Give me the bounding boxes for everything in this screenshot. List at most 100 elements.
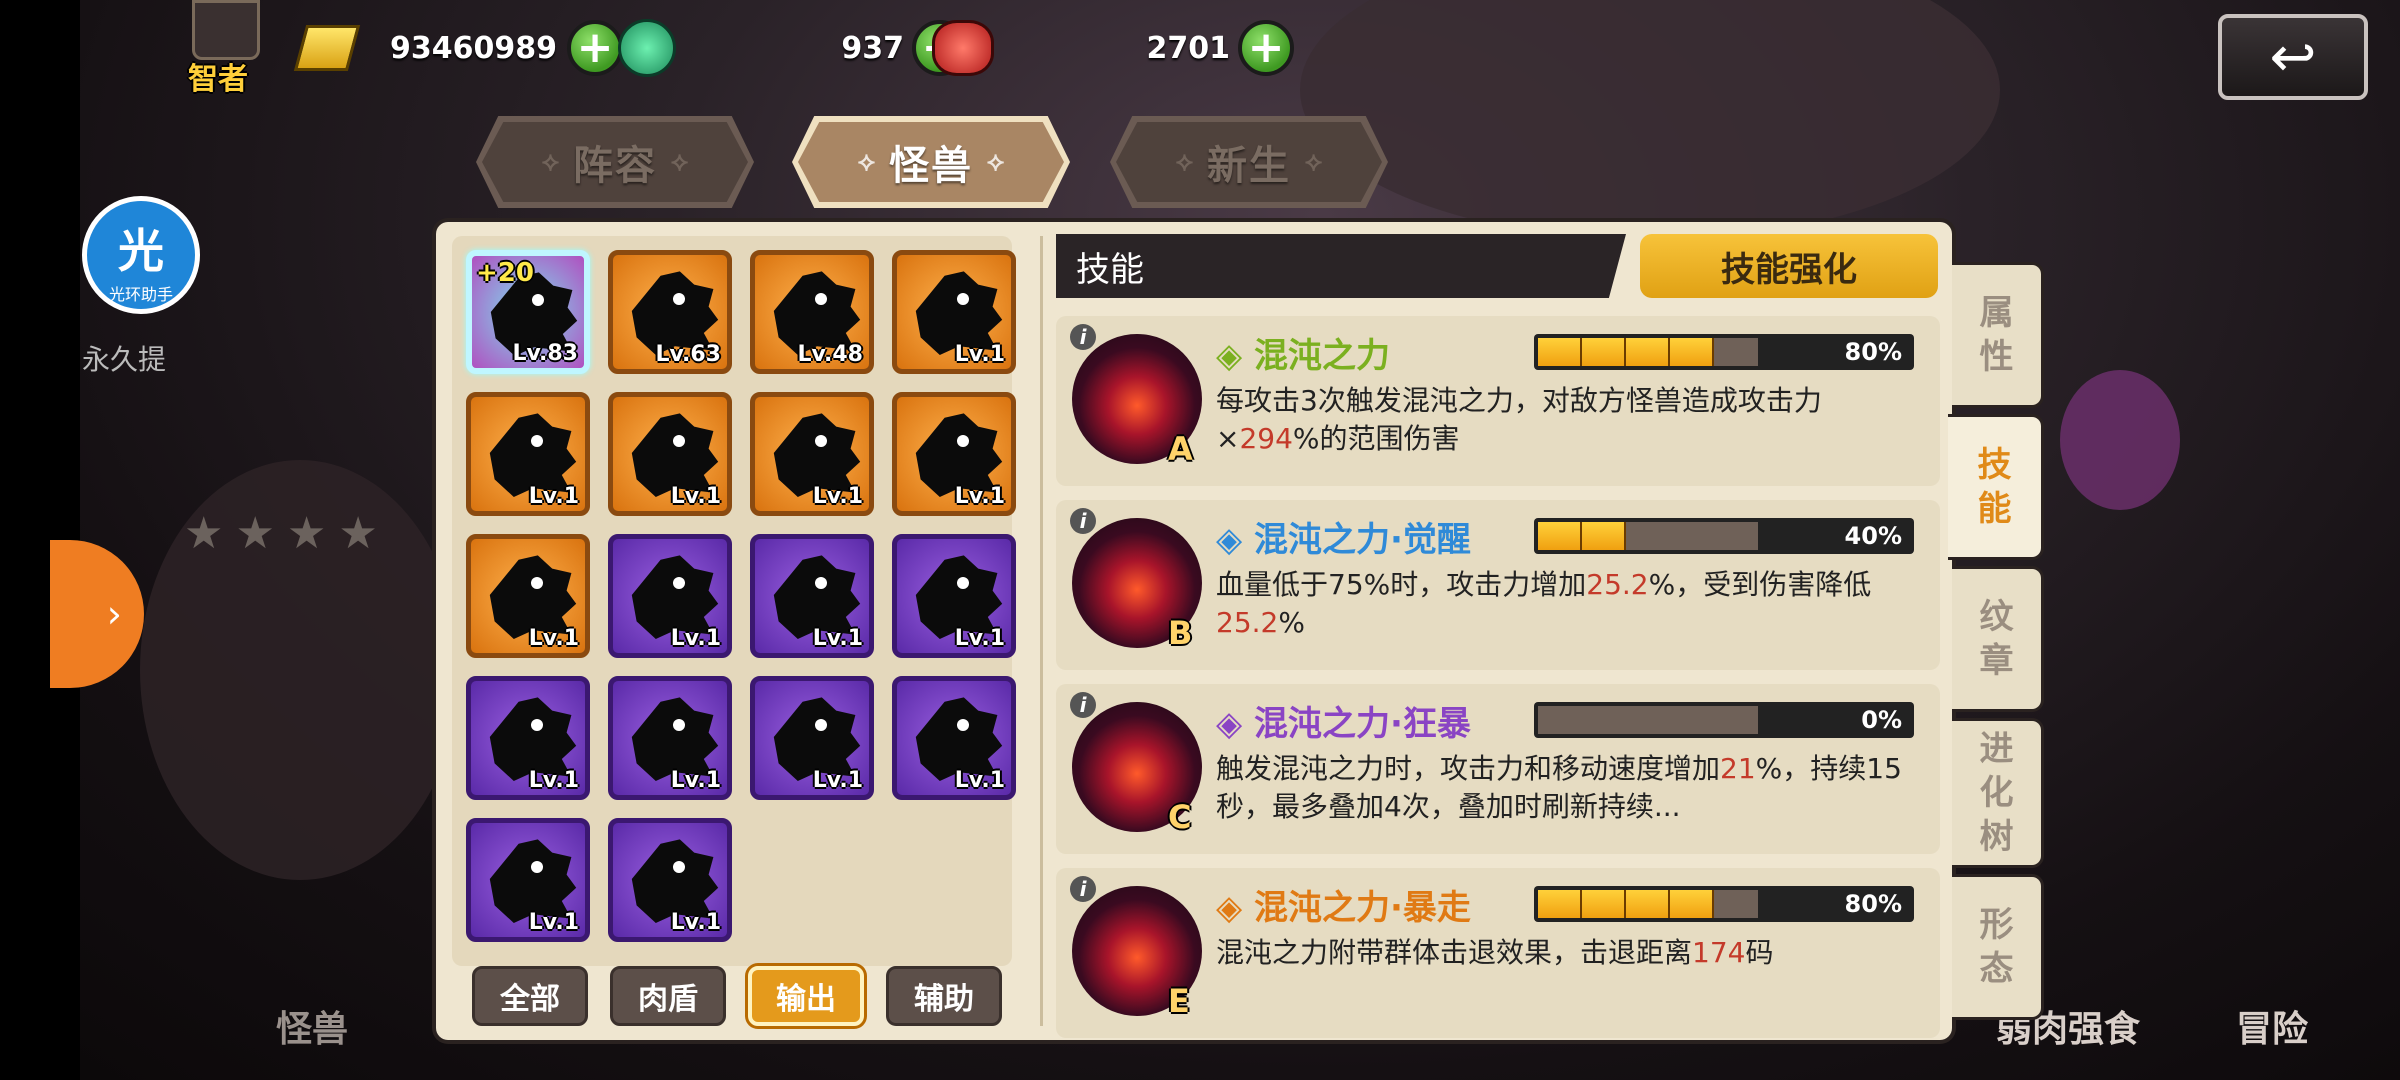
skill-card[interactable]: i A ◈ 混沌之力 80% 每攻击3次触发混沌之力，对敌方怪兽造成攻击力×294%的范… bbox=[1056, 316, 1940, 486]
skill-progress-track bbox=[1538, 522, 1758, 550]
side-tab[interactable]: 进化树 bbox=[1952, 718, 2044, 868]
skill-progress-track bbox=[1538, 890, 1758, 918]
info-icon[interactable]: i bbox=[1070, 692, 1096, 718]
monster-eye bbox=[673, 719, 685, 731]
side-tab-char: 属 bbox=[1979, 293, 2014, 333]
title-badge-label: 智者 bbox=[188, 62, 248, 97]
info-icon[interactable]: i bbox=[1070, 324, 1096, 350]
skill-card[interactable]: i B ◈ 混沌之力·觉醒 40% 血量低于75%时，攻击力增加25.2%，受到伤害降低… bbox=[1056, 500, 1940, 670]
skill-name-text: 混沌之力·狂暴 bbox=[1253, 704, 1471, 744]
side-tab-char: 技 bbox=[1977, 445, 2012, 485]
gold-icon bbox=[293, 25, 361, 71]
monster-card[interactable]: Lv.1 bbox=[892, 250, 1016, 374]
skill-enhance-button[interactable]: 技能强化 bbox=[1640, 234, 1938, 298]
red-gem-value: 2701 bbox=[1146, 30, 1231, 66]
monster-level: Lv.48 bbox=[797, 342, 863, 367]
monster-card[interactable]: Lv.1 bbox=[892, 676, 1016, 800]
filter-button[interactable]: 输出 bbox=[748, 966, 864, 1026]
chevron-right-icon: › bbox=[106, 592, 122, 636]
monster-card[interactable]: +20 Lv.83 bbox=[466, 250, 590, 374]
red-gem-counter: 2701 + bbox=[932, 18, 1294, 78]
skills-header: 技能 bbox=[1056, 234, 1626, 298]
monster-eye bbox=[532, 294, 544, 306]
monster-card[interactable]: Lv.1 bbox=[892, 534, 1016, 658]
monster-eye bbox=[673, 293, 685, 305]
monster-card[interactable]: Lv.63 bbox=[608, 250, 732, 374]
info-icon[interactable]: i bbox=[1070, 876, 1096, 902]
monster-card[interactable]: Lv.1 bbox=[750, 392, 874, 516]
info-icon[interactable]: i bbox=[1070, 508, 1096, 534]
add-gold-button[interactable]: + bbox=[567, 20, 623, 76]
monster-card[interactable]: Lv.1 bbox=[608, 676, 732, 800]
skill-grade: C bbox=[1168, 798, 1192, 836]
skill-value: 25.2 bbox=[1586, 568, 1649, 601]
green-gem-counter: 937 + bbox=[618, 18, 968, 78]
diamond-icon: ◈ bbox=[1216, 704, 1254, 744]
side-tab[interactable]: 属性 bbox=[1952, 262, 2044, 408]
skill-progress-segment bbox=[1626, 338, 1670, 366]
monster-eye bbox=[673, 435, 685, 447]
back-button[interactable]: ↩ bbox=[2218, 14, 2368, 100]
tab-ornament-icon: ⟡ bbox=[1175, 146, 1193, 177]
monster-card[interactable]: Lv.48 bbox=[750, 250, 874, 374]
monster-level: Lv.63 bbox=[655, 342, 721, 367]
skill-text: 血量低于75%时，攻击力增加 bbox=[1216, 568, 1587, 601]
skill-text: % bbox=[1278, 606, 1305, 639]
side-tab[interactable]: 纹章 bbox=[1952, 566, 2044, 712]
skill-text: 混沌之力附带群体击退效果，击退距离 bbox=[1216, 936, 1693, 969]
monster-card[interactable]: Lv.1 bbox=[466, 534, 590, 658]
monster-eye bbox=[815, 293, 827, 305]
skill-card[interactable]: i C ◈ 混沌之力·狂暴 0% 触发混沌之力时，攻击力和移动速度增加21%，持续15秒… bbox=[1056, 684, 1940, 854]
monster-level: Lv.1 bbox=[954, 768, 1005, 793]
background-decoration bbox=[1300, 0, 2000, 240]
title-badge[interactable]: 智者 bbox=[182, 0, 264, 97]
monster-card[interactable]: Lv.1 bbox=[608, 392, 732, 516]
side-tab-char: 章 bbox=[1979, 641, 2014, 681]
side-tab[interactable]: 形态 bbox=[1952, 874, 2044, 1020]
tab-lineup[interactable]: ⟡ 阵容 ⟡ bbox=[476, 116, 754, 208]
skill-value: 21 bbox=[1720, 752, 1756, 785]
tab-monster[interactable]: ⟡ 怪兽 ⟡ bbox=[792, 116, 1070, 208]
monster-bonus-tag: +20 bbox=[476, 258, 534, 288]
monster-card[interactable]: Lv.1 bbox=[466, 676, 590, 800]
helper-badge[interactable]: 光 光环助手 bbox=[82, 196, 200, 314]
monster-eye bbox=[957, 577, 969, 589]
skill-name-text: 混沌之力·觉醒 bbox=[1253, 520, 1471, 560]
skill-name-text: 混沌之力·暴走 bbox=[1253, 888, 1471, 928]
monster-card[interactable]: Lv.1 bbox=[750, 534, 874, 658]
tab-ornament-icon: ⟡ bbox=[857, 146, 875, 177]
monster-eye bbox=[673, 577, 685, 589]
monster-card[interactable]: Lv.1 bbox=[750, 676, 874, 800]
skill-progress-percent: 80% bbox=[1844, 338, 1902, 366]
add-red-gem-button[interactable]: + bbox=[1238, 20, 1294, 76]
monster-eye bbox=[957, 293, 969, 305]
monster-panel: +20 Lv.83 Lv.63 Lv.48 Lv.1 Lv.1 Lv.1 Lv.1 Lv.1 Lv… bbox=[436, 222, 1952, 1040]
monster-card[interactable]: Lv.1 bbox=[608, 534, 732, 658]
filter-button[interactable]: 辅助 bbox=[886, 966, 1002, 1026]
filter-button[interactable]: 全部 bbox=[472, 966, 588, 1026]
monster-grid: +20 Lv.83 Lv.63 Lv.48 Lv.1 Lv.1 Lv.1 Lv.1 Lv.1 Lv… bbox=[452, 236, 1016, 966]
red-gem-icon bbox=[932, 20, 994, 76]
skill-card[interactable]: i E ◈ 混沌之力·暴走 80% 混沌之力附带群体击退效果，击退距离174码 bbox=[1056, 868, 1940, 1038]
nav-monster[interactable]: 怪兽 bbox=[276, 1000, 348, 1052]
green-gem-icon bbox=[618, 19, 676, 77]
tab-rebirth[interactable]: ⟡ 新生 ⟡ bbox=[1110, 116, 1388, 208]
monster-eye bbox=[673, 861, 685, 873]
side-tab[interactable]: 技能 bbox=[1948, 414, 2044, 560]
monster-card[interactable]: Lv.1 bbox=[466, 818, 590, 942]
tab-ornament-icon: ⟡ bbox=[671, 146, 689, 177]
monster-eye bbox=[531, 861, 543, 873]
monster-card[interactable]: Lv.1 bbox=[608, 818, 732, 942]
skill-progress-segment bbox=[1582, 522, 1626, 550]
skill-progress-segment bbox=[1582, 338, 1626, 366]
expand-side-button[interactable]: › bbox=[50, 540, 144, 688]
monster-card[interactable]: Lv.1 bbox=[892, 392, 1016, 516]
nav-adventure[interactable]: 冒险 bbox=[2236, 1000, 2308, 1052]
skill-progress-bar: 40% bbox=[1534, 518, 1914, 554]
skill-grade: E bbox=[1168, 982, 1190, 1020]
monster-level: Lv.1 bbox=[812, 484, 863, 509]
monster-card[interactable]: Lv.1 bbox=[466, 392, 590, 516]
filter-button[interactable]: 肉盾 bbox=[610, 966, 726, 1026]
tab-label: 怪兽 bbox=[889, 143, 973, 189]
diamond-icon: ◈ bbox=[1216, 520, 1254, 560]
